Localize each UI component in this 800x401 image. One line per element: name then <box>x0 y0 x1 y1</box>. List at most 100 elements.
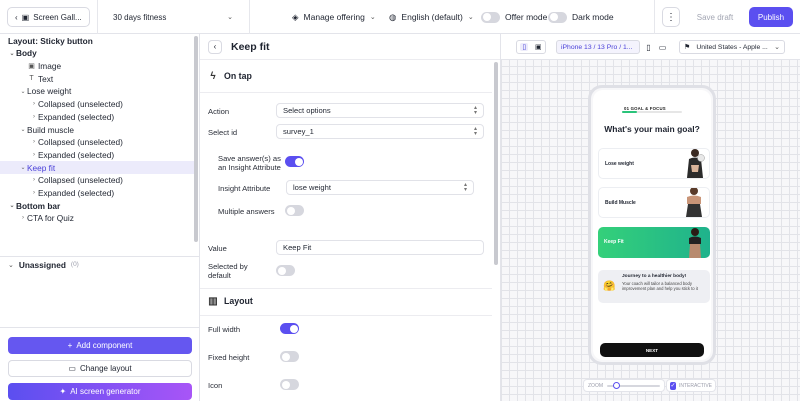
progress-fill <box>622 111 637 113</box>
up-down-icon: ▴ ▾ <box>473 125 477 137</box>
screen-gallery-button[interactable]: ‹ ▣ Screen Gall... <box>7 7 90 27</box>
columns-icon: ▥ <box>208 295 218 307</box>
layer-tree-item[interactable]: › Expanded (selected) <box>0 111 194 124</box>
layer-tree-item[interactable]: ⌄ Lose weight <box>0 85 194 98</box>
layer-tree-item[interactable]: ⌄ Bottom bar <box>0 199 194 212</box>
dark-mode-toggle[interactable] <box>548 11 567 23</box>
value-input[interactable]: Keep Fit <box>276 240 484 255</box>
ai-generator-label: AI screen generator <box>70 387 141 396</box>
fitness-woman-image <box>687 149 705 178</box>
option-label: Build Muscle <box>605 200 636 206</box>
chevron-down-icon[interactable]: ⌄ <box>19 164 27 171</box>
insight-attribute-select[interactable]: lose weight ▴ ▾ <box>286 180 474 195</box>
layout-section-header[interactable]: ▥ Layout <box>208 294 253 308</box>
insight-attribute-label: Insight Attribute <box>218 184 271 193</box>
offer-mode: Offer mode <box>481 7 547 27</box>
language-select[interactable]: ◍ English (default) ⌄ <box>389 7 474 27</box>
layers-icon: ◈ <box>292 11 299 22</box>
full-width-toggle[interactable] <box>280 323 299 334</box>
layer-tree-item[interactable]: ⌄ Body <box>0 47 194 60</box>
option-build-muscle[interactable]: Build Muscle <box>598 187 710 218</box>
offer-mode-toggle[interactable] <box>481 11 500 23</box>
select-id-label: Select id <box>208 128 238 137</box>
divider <box>97 0 98 34</box>
layout-label: Layout <box>224 296 253 306</box>
properties-scrollbar[interactable] <box>494 62 498 265</box>
icon-toggle[interactable] <box>280 379 299 390</box>
on-tap-label: On tap <box>224 71 252 81</box>
layer-tree-item[interactable]: › Expanded (selected) <box>0 187 194 200</box>
chevron-right-icon[interactable]: › <box>30 114 38 120</box>
unassigned-section[interactable]: ⌄ Unassigned (0) <box>0 256 199 272</box>
selected-by-default-toggle[interactable] <box>276 265 295 276</box>
view-toggle[interactable]: ▯ ▣ <box>516 40 546 54</box>
on-tap-section-header[interactable]: ϟ On tap <box>208 69 252 83</box>
zoom-slider[interactable] <box>607 381 660 389</box>
up-down-icon: ▴ ▾ <box>463 181 467 193</box>
tip-body: Your coach will tailor a balanced body i… <box>622 281 698 292</box>
layers-panel: Layout: Sticky button ⌄ Body ▣ Image T Text ⌄ L… <box>0 34 200 401</box>
chevron-down-icon: ⌄ <box>369 14 376 21</box>
save-answers-toggle[interactable] <box>285 156 304 167</box>
multiple-answers-label: Multiple answers <box>218 207 275 216</box>
dark-mode: Dark mode <box>548 7 614 27</box>
chevron-down-icon[interactable]: ⌄ <box>19 88 27 95</box>
zoom-knob[interactable] <box>613 381 620 389</box>
layer-tree-item[interactable]: › CTA for Quiz <box>0 212 194 225</box>
ai-screen-generator-button[interactable]: ✦ AI screen generator <box>8 383 192 400</box>
chevron-right-icon[interactable]: › <box>30 152 38 158</box>
phone-view-icon[interactable]: ▯ <box>520 43 529 51</box>
flow-select[interactable]: 30 days fitness ⌄ <box>103 7 243 27</box>
next-button[interactable]: NEXT <box>600 343 704 357</box>
layer-tree-item[interactable]: ⌄ Keep fit <box>0 161 194 174</box>
action-value: Select options <box>283 106 331 115</box>
chevron-right-icon[interactable]: › <box>19 215 27 221</box>
layer-tree-label: Lose weight <box>27 86 72 97</box>
chevron-down-icon: ⌄ <box>467 14 474 21</box>
back-button[interactable]: ‹ <box>208 39 222 54</box>
chevron-right-icon[interactable]: › <box>30 139 38 145</box>
chevron-down-icon[interactable]: ⌄ <box>8 202 16 209</box>
tablet-icon[interactable]: ▭ <box>658 40 667 54</box>
chevron-right-icon[interactable]: › <box>30 177 38 183</box>
add-component-button[interactable]: + Add component <box>8 337 192 354</box>
layer-tree-item[interactable]: › Expanded (selected) <box>0 149 194 162</box>
option-keep-fit[interactable]: Keep Fit <box>598 227 710 258</box>
chevron-down-icon: ⌄ <box>8 261 14 269</box>
layer-tree-label: Expanded (selected) <box>38 149 115 160</box>
option-label: Keep Fit <box>604 239 624 245</box>
change-layout-button[interactable]: ▭ Change layout <box>8 360 192 377</box>
multiple-answers-toggle[interactable] <box>285 205 304 216</box>
option-lose-weight[interactable]: Lose weight <box>598 148 710 179</box>
screen-gallery-label: Screen Gall... <box>33 12 82 22</box>
layer-tree-item[interactable]: T Text <box>0 72 194 85</box>
layer-tree-item[interactable]: › Collapsed (unselected) <box>0 98 194 111</box>
chevron-right-icon[interactable]: › <box>30 101 38 107</box>
value-text: Keep Fit <box>283 243 312 252</box>
device-select[interactable]: iPhone 13 / 13 Pro / 1... <box>556 40 640 54</box>
layer-tree-item[interactable]: ⌄ Build muscle <box>0 123 194 136</box>
phone-screen: 01 GOAL & FOCUS What's your main goal? L… <box>593 90 711 360</box>
portrait-icon[interactable]: ▯ <box>644 40 653 54</box>
save-draft-button[interactable]: Save draft <box>687 7 743 27</box>
manage-offering-button[interactable]: ◈ Manage offering ⌄ <box>292 7 376 27</box>
split-view-icon[interactable]: ▣ <box>535 43 542 51</box>
interactive-toggle[interactable]: ✓ INTERACTIVE <box>666 379 716 392</box>
layer-tree-item[interactable]: › Collapsed (unselected) <box>0 136 194 149</box>
top-bar: ‹ ▣ Screen Gall... 30 days fitness ⌄ ◈ M… <box>0 0 800 34</box>
layers-scrollbar[interactable] <box>194 36 198 242</box>
action-select[interactable]: Select options ▴ ▾ <box>276 103 484 118</box>
layer-tree-item[interactable]: ▣ Image <box>0 60 194 73</box>
select-id-field[interactable]: survey_1 ▴ ▾ <box>276 124 484 139</box>
publish-button[interactable]: Publish <box>749 7 793 27</box>
selected-by-default-label: Selected by default <box>208 262 248 280</box>
fixed-height-toggle[interactable] <box>280 351 299 362</box>
layer-tree-item[interactable]: › Collapsed (unselected) <box>0 174 194 187</box>
dark-mode-label: Dark mode <box>572 12 614 22</box>
country-select[interactable]: ⚑ United States - Apple ... ⌄ <box>679 40 785 54</box>
chevron-right-icon[interactable]: › <box>30 190 38 196</box>
chevron-down-icon[interactable]: ⌄ <box>8 50 16 57</box>
phone-frame: 01 GOAL & FOCUS What's your main goal? L… <box>588 85 716 365</box>
more-options-button[interactable]: ⋮ <box>662 7 680 27</box>
chevron-down-icon[interactable]: ⌄ <box>19 126 27 133</box>
